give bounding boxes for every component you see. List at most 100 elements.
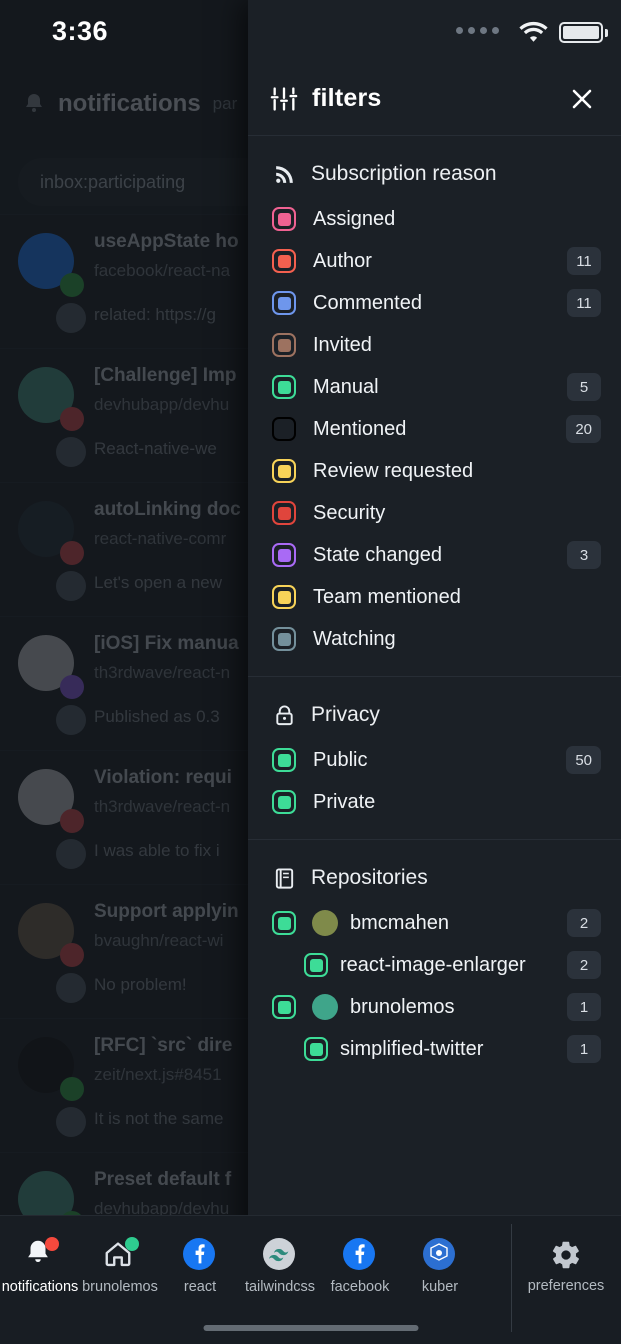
comment-avatar [56, 571, 86, 601]
filter-item-count: 11 [567, 289, 601, 317]
filter-item-manual[interactable]: Manual 5 [248, 366, 621, 408]
filter-item-private[interactable]: Private [248, 781, 621, 823]
tab-preferences-label: preferences [527, 1277, 605, 1294]
section-label: Subscription reason [311, 162, 497, 185]
filter-item-count: 1 [567, 993, 601, 1021]
search-input[interactable]: inbox:participating [18, 158, 268, 206]
checkbox[interactable] [272, 627, 296, 651]
filter-section-repositories: Repositories bmcmahen 2 react-image-enlarge… [248, 840, 621, 1086]
filter-item-invited[interactable]: Invited [248, 324, 621, 366]
gear-icon [552, 1241, 580, 1268]
filter-item-label: Manual [313, 375, 379, 398]
filter-item-brunolemos[interactable]: brunolemos 1 [248, 986, 621, 1028]
checkbox[interactable] [272, 417, 296, 441]
notification-comment: No problem! [94, 975, 187, 994]
notification-title: [RFC] `src` dire [94, 1035, 233, 1056]
battery-nub [605, 29, 608, 37]
notification-title: Support applyin [94, 901, 239, 922]
filter-item-review-requested[interactable]: Review requested [248, 450, 621, 492]
bottom-tab-bar: notifications brunolemos react tailwindcss f… [0, 1215, 621, 1344]
checkbox[interactable] [272, 543, 296, 567]
comment-avatar [56, 437, 86, 467]
filter-item-label: Mentioned [313, 417, 407, 440]
notification-row[interactable]: [Challenge] Imp devhubapp/devhu React-nati… [0, 348, 262, 482]
notification-comment: related: https://g [94, 305, 216, 324]
checkbox[interactable] [272, 585, 296, 609]
checkbox[interactable] [272, 375, 296, 399]
clock: 3:36 [52, 16, 109, 46]
tailwind-avatar [263, 1237, 297, 1272]
filter-item-count: 2 [567, 951, 601, 979]
issue-closed-icon [60, 541, 84, 565]
notifications-subtitle: par [212, 94, 238, 113]
section-label: Privacy [311, 703, 380, 726]
notification-row[interactable]: Support applyin bvaughn/react-wi No proble… [0, 884, 262, 1018]
notification-row[interactable]: Violation: requi th3rdwave/react-n I was a… [0, 750, 262, 884]
filter-item-label: Watching [313, 627, 396, 650]
tab-react[interactable]: react [160, 1216, 240, 1316]
notification-repo: th3rdwave/react-n [94, 663, 231, 682]
tab-facebook[interactable]: facebook [320, 1216, 400, 1316]
filter-item-simplified-twitter[interactable]: simplified-twitter 1 [248, 1028, 621, 1070]
filter-item-security[interactable]: Security [248, 492, 621, 534]
repo-icon [272, 866, 297, 891]
notification-row[interactable]: [iOS] Fix manua th3rdwave/react-n Publishe… [0, 616, 262, 750]
checkbox[interactable] [272, 911, 296, 935]
filter-item-commented[interactable]: Commented 11 [248, 282, 621, 324]
filter-item-bmcmahen[interactable]: bmcmahen 2 [248, 902, 621, 944]
notification-title: autoLinking doc [94, 499, 241, 520]
kubernetes-avatar [423, 1237, 457, 1272]
issue-closed-icon [60, 809, 84, 833]
comment-avatar [56, 973, 86, 1003]
checkbox[interactable] [272, 459, 296, 483]
checkbox[interactable] [304, 953, 328, 977]
signal-dots-icon [456, 27, 499, 34]
close-button[interactable] [563, 80, 601, 118]
checkbox[interactable] [304, 1037, 328, 1061]
notification-row[interactable]: [RFC] `src` dire zeit/next.js#8451 It is n… [0, 1018, 262, 1152]
tab-tailwindcss[interactable]: tailwindcss [240, 1216, 320, 1316]
filter-item-count: 3 [567, 541, 601, 569]
filter-item-label: react-image-enlarger [340, 953, 526, 976]
filter-item-author[interactable]: Author 11 [248, 240, 621, 282]
checkbox[interactable] [272, 249, 296, 273]
tab-strip[interactable]: notifications brunolemos react tailwindcss f… [0, 1216, 480, 1316]
filter-item-public[interactable]: Public 50 [248, 739, 621, 781]
checkbox[interactable] [272, 790, 296, 814]
filter-item-state-changed[interactable]: State changed 3 [248, 534, 621, 576]
filters-panel: filters Subscription reason Assigned Autho… [248, 0, 621, 1344]
checkbox[interactable] [272, 333, 296, 357]
tab-notifications[interactable]: notifications [0, 1216, 80, 1316]
filter-item-mentioned[interactable]: Mentioned 20 [248, 408, 621, 450]
lock-icon [272, 703, 297, 728]
owner-avatar [312, 994, 338, 1020]
checkbox[interactable] [272, 995, 296, 1019]
filter-item-count: 5 [567, 373, 601, 401]
notification-repo: bvaughn/react-wi [94, 931, 224, 950]
filter-item-watching[interactable]: Watching [248, 618, 621, 660]
filter-item-label: bmcmahen [350, 911, 449, 934]
filter-item-assigned[interactable]: Assigned [248, 198, 621, 240]
panel-status-bar [248, 0, 621, 62]
checkbox[interactable] [272, 501, 296, 525]
app-root: 3:36 notifications par inbox:participati… [0, 0, 621, 1344]
checkbox[interactable] [272, 291, 296, 315]
merged-icon [60, 675, 84, 699]
tab-label: brunolemos [82, 1278, 158, 1295]
tab-preferences[interactable]: preferences [511, 1216, 621, 1316]
filter-item-count: 11 [567, 247, 601, 275]
filter-item-count: 2 [567, 909, 601, 937]
filter-item-label: Public [313, 748, 368, 771]
battery-icon [559, 22, 603, 43]
tab-brunolemos[interactable]: brunolemos [80, 1216, 160, 1316]
filter-item-team-mentioned[interactable]: Team mentioned [248, 576, 621, 618]
checkbox[interactable] [272, 748, 296, 772]
notification-title: [iOS] Fix manua [94, 633, 239, 654]
notification-comment: I was able to fix i [94, 841, 220, 860]
notification-repo: zeit/next.js#8451 [94, 1065, 222, 1084]
filter-item-react-image-enlarger[interactable]: react-image-enlarger 2 [248, 944, 621, 986]
tab-kuber[interactable]: kuber [400, 1216, 480, 1316]
checkbox[interactable] [272, 207, 296, 231]
notification-row[interactable]: useAppState ho facebook/react-na related: … [0, 214, 262, 348]
notification-row[interactable]: autoLinking doc react-native-comr Let's op… [0, 482, 262, 616]
